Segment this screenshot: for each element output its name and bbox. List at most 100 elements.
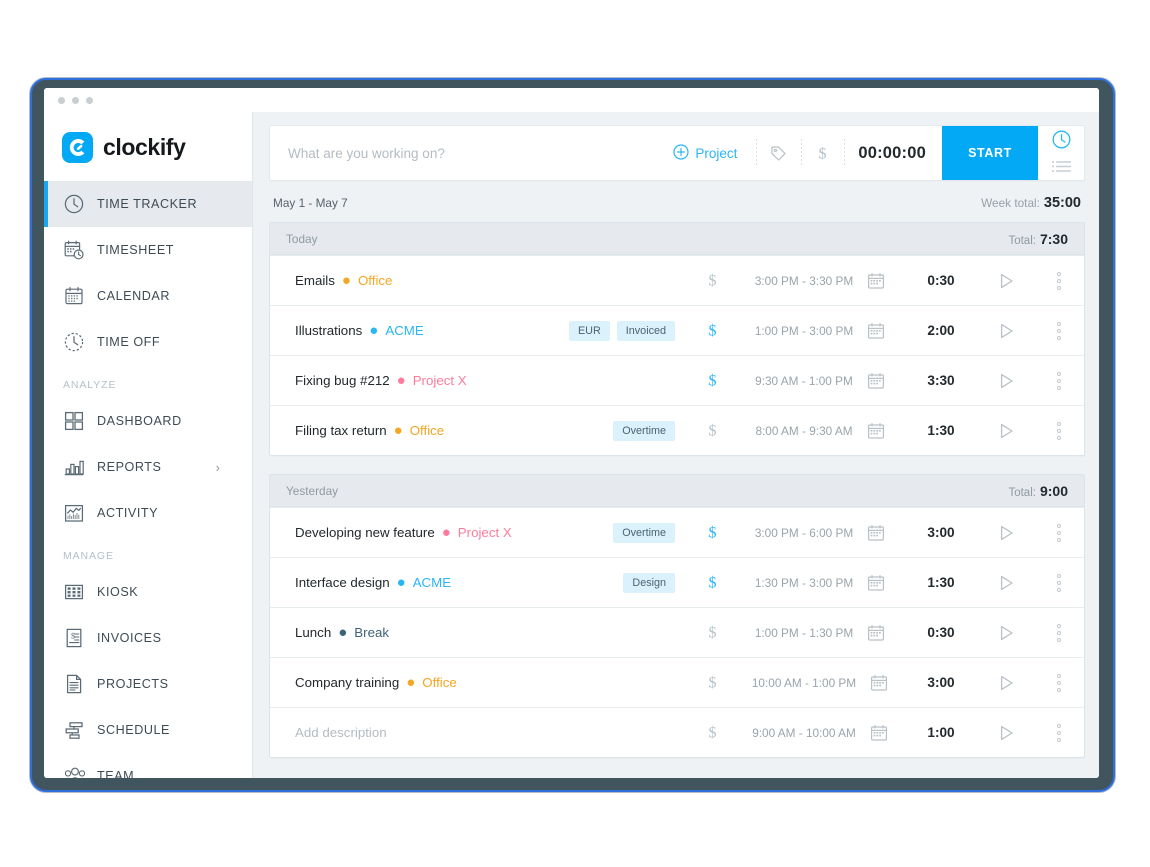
entry-billable-toggle[interactable]: $ xyxy=(689,370,736,391)
sidebar-item-schedule[interactable]: SCHEDULE xyxy=(44,707,252,753)
entry-billable-toggle[interactable]: $ xyxy=(689,522,736,543)
entry-duration[interactable]: 0:30 xyxy=(904,625,978,640)
entry-time-range-cell[interactable]: 1:00 PM - 1:30 PM xyxy=(736,624,904,642)
sidebar-item-time-tracker[interactable]: TIME TRACKER xyxy=(44,181,252,227)
entry-description[interactable]: Fixing bug #212 xyxy=(295,373,390,388)
sidebar-item-calendar[interactable]: CALENDAR xyxy=(44,273,252,319)
calendar-small-icon[interactable] xyxy=(867,624,885,642)
timer-description-input[interactable] xyxy=(270,126,654,180)
kebab-menu-icon[interactable] xyxy=(1034,372,1084,390)
play-icon[interactable] xyxy=(978,523,1034,543)
entry-tag[interactable]: Overtime xyxy=(613,523,675,543)
entry-time-range[interactable]: 9:00 AM - 10:00 AM xyxy=(752,726,856,740)
calendar-small-icon[interactable] xyxy=(870,674,888,692)
start-button[interactable]: START xyxy=(942,126,1038,180)
entry-project[interactable]: Office xyxy=(358,273,393,288)
entry-description-area[interactable]: Lunch●Break xyxy=(270,625,675,640)
entry-description[interactable]: Filing tax return xyxy=(295,423,387,438)
entry-description-area[interactable]: Illustrations●ACME xyxy=(270,323,569,338)
entry-time-range[interactable]: 1:00 PM - 3:00 PM xyxy=(755,324,853,338)
sidebar-item-invoices[interactable]: $INVOICES xyxy=(44,615,252,661)
calendar-small-icon[interactable] xyxy=(867,372,885,390)
kebab-menu-icon[interactable] xyxy=(1034,624,1084,642)
calendar-small-icon[interactable] xyxy=(867,272,885,290)
play-icon[interactable] xyxy=(978,573,1034,593)
timer-billable-button[interactable]: $ xyxy=(801,126,844,180)
entry-duration[interactable]: 0:30 xyxy=(904,273,978,288)
entry-billable-toggle[interactable]: $ xyxy=(689,270,736,291)
sidebar-item-timesheet[interactable]: TIMESHEET xyxy=(44,227,252,273)
sidebar-item-kiosk[interactable]: KIOSK xyxy=(44,569,252,615)
entry-tag[interactable]: EUR xyxy=(569,321,610,341)
timer-clock-icon[interactable] xyxy=(1051,129,1072,155)
entry-duration[interactable]: 3:30 xyxy=(904,373,978,388)
entry-time-range-cell[interactable]: 1:00 PM - 3:00 PM xyxy=(736,322,904,340)
entry-project[interactable]: Office xyxy=(410,423,445,438)
manual-list-icon[interactable] xyxy=(1051,160,1072,178)
entry-project[interactable]: Project X xyxy=(458,525,512,540)
entry-billable-toggle[interactable]: $ xyxy=(689,722,736,743)
entry-time-range[interactable]: 8:00 AM - 9:30 AM xyxy=(755,424,852,438)
entry-time-range-cell[interactable]: 8:00 AM - 9:30 AM xyxy=(736,422,904,440)
timer-tag-button[interactable] xyxy=(756,126,801,180)
entry-tag[interactable]: Overtime xyxy=(613,421,675,441)
entry-billable-toggle[interactable]: $ xyxy=(689,572,736,593)
entry-description-area[interactable]: Add description xyxy=(270,725,675,740)
entry-time-range-cell[interactable]: 3:00 PM - 3:30 PM xyxy=(736,272,904,290)
entry-description-area[interactable]: Company training●Office xyxy=(270,675,675,690)
entry-description[interactable]: Lunch xyxy=(295,625,331,640)
entry-time-range[interactable]: 1:00 PM - 1:30 PM xyxy=(755,626,853,640)
sidebar-item-team[interactable]: TEAM xyxy=(44,753,252,778)
entry-description[interactable]: Interface design xyxy=(295,575,390,590)
entry-project[interactable]: ACME xyxy=(413,575,451,590)
kebab-menu-icon[interactable] xyxy=(1034,272,1084,290)
app-logo[interactable]: clockify xyxy=(44,118,252,181)
play-icon[interactable] xyxy=(978,673,1034,693)
entry-time-range[interactable]: 9:30 AM - 1:00 PM xyxy=(755,374,853,388)
sidebar-item-reports[interactable]: REPORTS› xyxy=(44,444,252,490)
play-icon[interactable] xyxy=(978,271,1034,291)
entry-description[interactable]: Illustrations xyxy=(295,323,362,338)
entry-description[interactable]: Company training xyxy=(295,675,399,690)
entry-project[interactable]: Project X xyxy=(413,373,467,388)
entry-description[interactable]: Emails xyxy=(295,273,335,288)
entry-time-range[interactable]: 3:00 PM - 3:30 PM xyxy=(755,274,853,288)
calendar-small-icon[interactable] xyxy=(867,422,885,440)
calendar-small-icon[interactable] xyxy=(870,724,888,742)
calendar-small-icon[interactable] xyxy=(867,524,885,542)
entry-description-area[interactable]: Developing new feature●Project X xyxy=(270,525,613,540)
entry-billable-toggle[interactable]: $ xyxy=(689,420,736,441)
entry-description[interactable]: Add description xyxy=(295,725,387,740)
calendar-small-icon[interactable] xyxy=(867,322,885,340)
play-icon[interactable] xyxy=(978,421,1034,441)
play-icon[interactable] xyxy=(978,623,1034,643)
entry-project[interactable]: ACME xyxy=(385,323,423,338)
entry-project[interactable]: Office xyxy=(422,675,457,690)
entry-time-range[interactable]: 1:30 PM - 3:00 PM xyxy=(755,576,853,590)
entry-time-range[interactable]: 3:00 PM - 6:00 PM xyxy=(755,526,853,540)
entry-time-range-cell[interactable]: 10:00 AM - 1:00 PM xyxy=(736,674,904,692)
entry-duration[interactable]: 3:00 xyxy=(904,675,978,690)
sidebar-item-time-off[interactable]: TIME OFF xyxy=(44,319,252,365)
entry-billable-toggle[interactable]: $ xyxy=(689,320,736,341)
entry-time-range-cell[interactable]: 9:30 AM - 1:00 PM xyxy=(736,372,904,390)
kebab-menu-icon[interactable] xyxy=(1034,674,1084,692)
sidebar-item-activity[interactable]: ACTIVITY xyxy=(44,490,252,536)
kebab-menu-icon[interactable] xyxy=(1034,574,1084,592)
kebab-menu-icon[interactable] xyxy=(1034,524,1084,542)
entry-project[interactable]: Break xyxy=(354,625,389,640)
calendar-small-icon[interactable] xyxy=(867,574,885,592)
entry-duration[interactable]: 1:30 xyxy=(904,423,978,438)
entry-duration[interactable]: 3:00 xyxy=(904,525,978,540)
entry-time-range-cell[interactable]: 3:00 PM - 6:00 PM xyxy=(736,524,904,542)
entry-description[interactable]: Developing new feature xyxy=(295,525,435,540)
timer-project-selector[interactable]: Project xyxy=(654,126,756,180)
play-icon[interactable] xyxy=(978,723,1034,743)
entry-duration[interactable]: 1:00 xyxy=(904,725,978,740)
entry-time-range-cell[interactable]: 1:30 PM - 3:00 PM xyxy=(736,574,904,592)
entry-description-area[interactable]: Filing tax return●Office xyxy=(270,423,613,438)
entry-description-area[interactable]: Emails●Office xyxy=(270,273,675,288)
sidebar-item-dashboard[interactable]: DASHBOARD xyxy=(44,398,252,444)
entry-duration[interactable]: 2:00 xyxy=(904,323,978,338)
entry-billable-toggle[interactable]: $ xyxy=(689,672,736,693)
